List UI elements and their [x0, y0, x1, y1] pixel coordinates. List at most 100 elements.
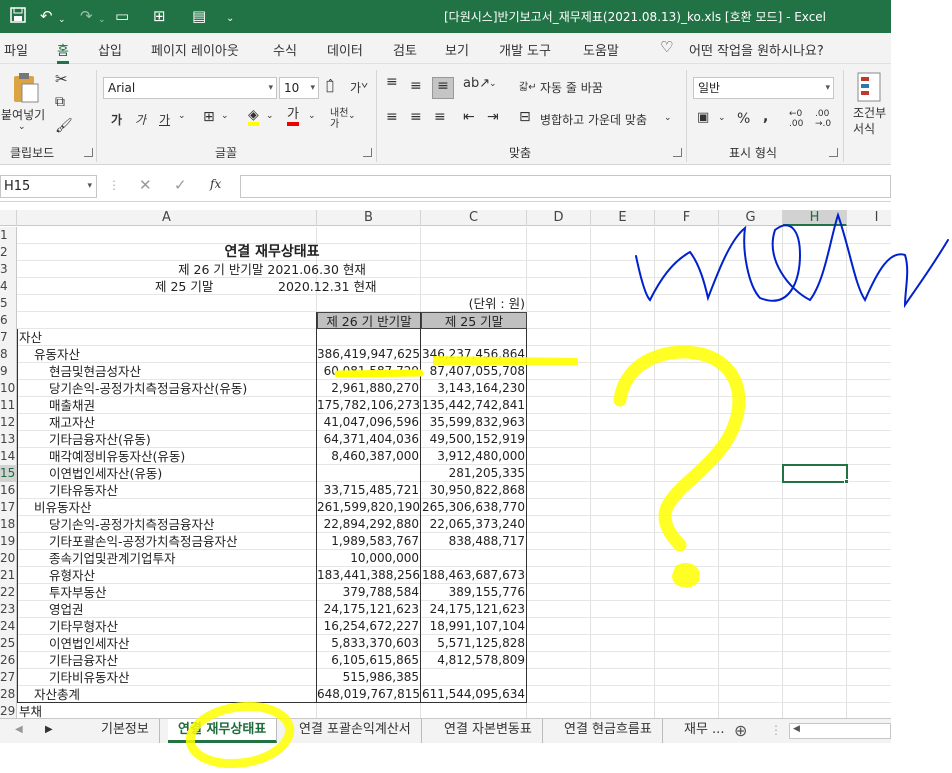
cell-b24[interactable]: 16,254,672,227	[317, 618, 421, 635]
row-header-21[interactable]: 21	[0, 567, 17, 584]
align-middle-icon[interactable]: ≡	[410, 78, 422, 94]
form-icon[interactable]: ▤	[192, 7, 206, 25]
scroll-left-icon[interactable]: ◀	[793, 724, 800, 734]
name-box[interactable]: H15 ▾	[0, 175, 97, 198]
cell-c22[interactable]: 389,155,776	[421, 584, 527, 601]
row-header-24[interactable]: 24	[0, 618, 17, 635]
cell-c19[interactable]: 838,488,717	[421, 533, 527, 550]
tab-view[interactable]: 보기	[445, 40, 469, 59]
font-launcher-icon[interactable]	[363, 148, 372, 157]
number-launcher-icon[interactable]	[829, 148, 838, 157]
cell-c24[interactable]: 18,991,107,104	[421, 618, 527, 635]
bold-icon[interactable]: 가	[111, 111, 122, 128]
formula-bar-handle-icon[interactable]: ⋮	[108, 178, 120, 192]
paste-dropdown-icon[interactable]: ⌄	[18, 122, 26, 132]
cell-a15[interactable]: 이연법인세자산(유동)	[49, 465, 315, 482]
undo-dropdown-icon[interactable]: ⌄	[58, 11, 66, 29]
cell-b28[interactable]: 648,019,767,815	[317, 686, 421, 703]
fill-handle[interactable]	[844, 479, 849, 484]
border-icon[interactable]: ⊞	[203, 109, 215, 125]
enter-entry-icon[interactable]: ✓	[174, 176, 187, 194]
borders-icon[interactable]: ⊞	[153, 7, 166, 25]
paste-icon[interactable]	[10, 72, 40, 104]
cell-a24[interactable]: 기타무형자산	[49, 618, 315, 635]
italic-icon[interactable]: 가	[135, 111, 146, 128]
row-header-10[interactable]: 10	[0, 380, 17, 397]
phonetic-icon[interactable]: 내천 가	[330, 108, 348, 130]
tab-home[interactable]: 홈	[57, 40, 69, 64]
cell-a13[interactable]: 기타금융자산(유동)	[49, 431, 315, 448]
cell-c26[interactable]: 4,812,578,809	[421, 652, 527, 669]
cell-b17[interactable]: 261,599,820,190	[317, 499, 421, 516]
cell-a19[interactable]: 기타포괄손익-공정가치측정금융자산	[49, 533, 315, 550]
grow-font-icon[interactable]: 가̂	[326, 79, 334, 94]
tell-me-search[interactable]: 어떤 작업을 원하시나요?	[689, 40, 824, 59]
tab-insert[interactable]: 삽입	[98, 40, 122, 59]
select-all-corner[interactable]	[0, 210, 17, 226]
row-header-22[interactable]: 22	[0, 584, 17, 601]
cell-b29[interactable]	[317, 703, 421, 718]
row-header-3[interactable]: 3	[0, 261, 17, 278]
cell-a26[interactable]: 기타금융자산	[49, 652, 315, 669]
cell-b18[interactable]: 22,894,292,880	[317, 516, 421, 533]
cell-b22[interactable]: 379,788,584	[317, 584, 421, 601]
cell-b16[interactable]: 33,715,485,721	[317, 482, 421, 499]
cell-c23[interactable]: 24,175,121,623	[421, 601, 527, 618]
scroll-tabs-left-icon[interactable]: ◀	[15, 724, 23, 735]
cell-c15[interactable]: 281,205,335	[421, 465, 527, 482]
shrink-font-icon[interactable]: 가̌	[350, 79, 361, 96]
row-header-8[interactable]: 8	[0, 346, 17, 363]
cell-c17[interactable]: 265,306,638,770	[421, 499, 527, 516]
underline-icon[interactable]: 가	[159, 111, 170, 128]
cell-c9[interactable]: 87,407,055,708	[421, 363, 527, 380]
font-name-combo[interactable]: Arial ▾	[103, 77, 277, 99]
column-header-d[interactable]: D	[527, 210, 591, 226]
sheet-tab[interactable]: 연결 자본변동표	[434, 719, 543, 743]
row-header-6[interactable]: 6	[0, 312, 17, 329]
sheet-tab[interactable]: 연결 현금흐름표	[554, 719, 663, 743]
font-size-combo[interactable]: 10 ▾	[279, 77, 319, 99]
add-sheet-icon[interactable]: ⊕	[734, 721, 747, 740]
row-header-29[interactable]: 29	[0, 703, 17, 718]
cell-b20[interactable]: 10,000,000	[317, 550, 421, 567]
align-bottom-icon[interactable]: ≡	[432, 77, 454, 99]
decrease-decimal-icon[interactable]: .00 →.0	[815, 109, 831, 129]
cell-a17[interactable]: 비유동자산	[34, 499, 315, 516]
cell-a11[interactable]: 매출채권	[49, 397, 315, 414]
worksheet-grid[interactable]: ABCDEFGHI 1 2 3 4 5 6 7 자산 8 유동자산 386,419,947,625 3…	[0, 210, 891, 718]
horizontal-scrollbar[interactable]: ◀	[789, 723, 891, 739]
orientation-icon[interactable]: ab↗	[463, 76, 490, 91]
sheet-tab-active[interactable]: 연결 재무상태표	[168, 719, 278, 743]
row-header-20[interactable]: 20	[0, 550, 17, 567]
row-header-19[interactable]: 19	[0, 533, 17, 550]
merge-center-button[interactable]: 병합하고 가운데 맞춤	[540, 111, 647, 128]
copy-icon[interactable]: ⧉	[55, 94, 65, 110]
font-color-icon[interactable]: 가	[287, 108, 299, 126]
row-header-9[interactable]: 9	[0, 363, 17, 380]
cell-b25[interactable]: 5,833,370,603	[317, 635, 421, 652]
cell-b7[interactable]	[317, 329, 421, 346]
save-icon[interactable]	[10, 7, 26, 27]
cell-c11[interactable]: 135,442,742,841	[421, 397, 527, 414]
tab-file[interactable]: 파일	[4, 40, 28, 59]
redo-dropdown-icon[interactable]: ⌄	[98, 11, 106, 29]
print-preview-icon[interactable]: ▭	[115, 7, 129, 25]
cell-b10[interactable]: 2,961,880,270	[317, 380, 421, 397]
cell-b9[interactable]: 60,081,587,729	[317, 363, 421, 380]
row-header-26[interactable]: 26	[0, 652, 17, 669]
fill-color-icon[interactable]: ◈	[248, 108, 259, 126]
sheet-tab[interactable]: 기본정보	[91, 719, 160, 743]
cell-a10[interactable]: 당기손익-공정가치측정금융자산(유동)	[49, 380, 315, 397]
column-header-e[interactable]: E	[591, 210, 655, 226]
row-header-18[interactable]: 18	[0, 516, 17, 533]
number-format-combo[interactable]: 일반 ▾	[693, 77, 834, 99]
cell-a14[interactable]: 매각예정비유동자산(유동)	[49, 448, 315, 465]
row-header-5[interactable]: 5	[0, 295, 17, 312]
row-header-12[interactable]: 12	[0, 414, 17, 431]
comma-icon[interactable]: ,	[763, 109, 768, 125]
fill-color-dropdown-icon[interactable]: ⌄	[266, 111, 274, 121]
cell-c16[interactable]: 30,950,822,868	[421, 482, 527, 499]
cell-a20[interactable]: 종속기업및관계기업투자	[49, 550, 315, 567]
row-header-17[interactable]: 17	[0, 499, 17, 516]
formula-input[interactable]	[240, 175, 891, 198]
